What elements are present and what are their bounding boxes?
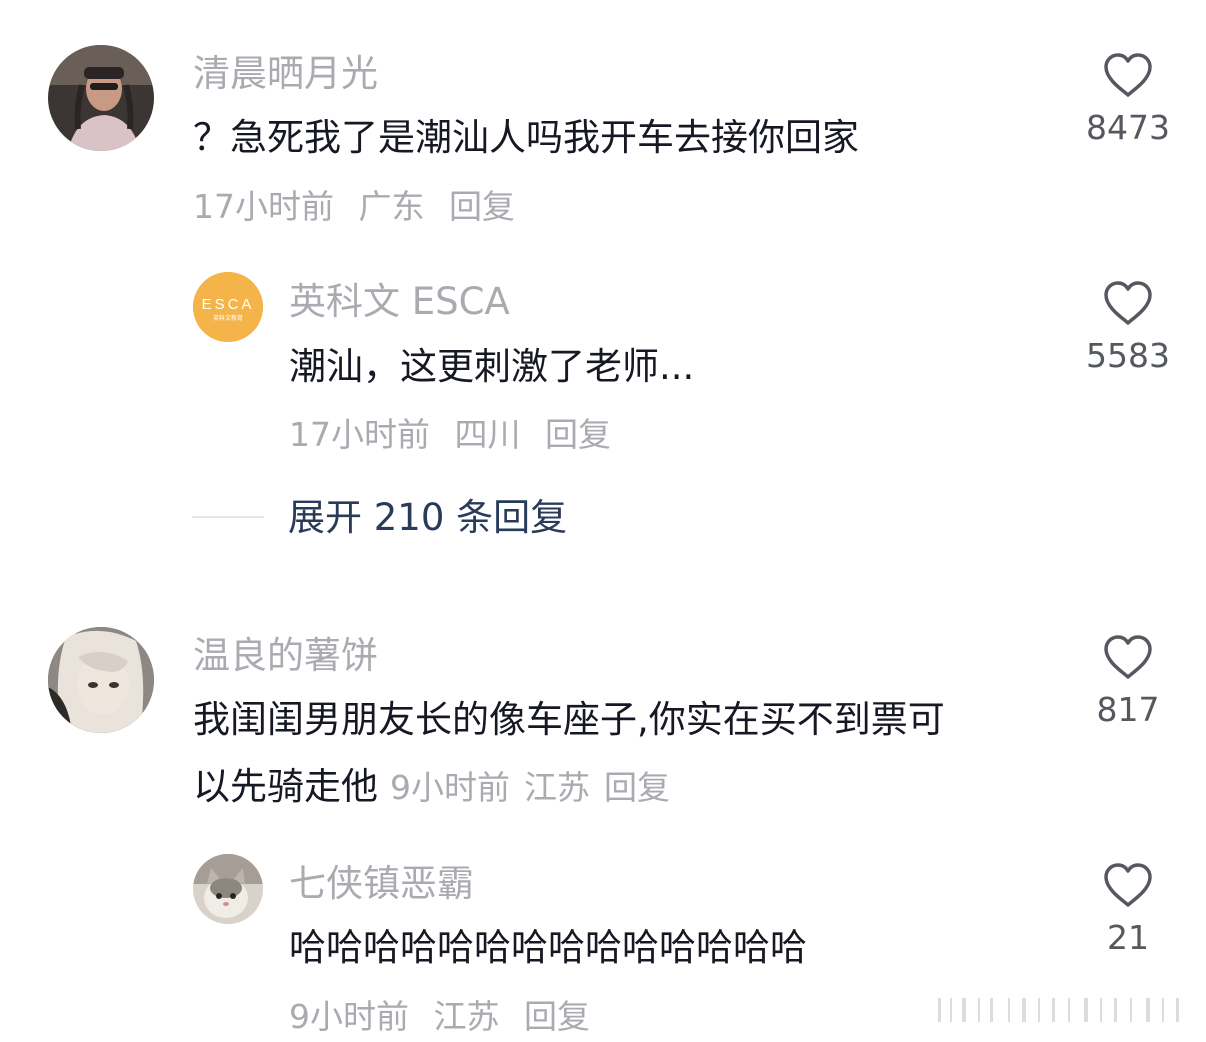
like-count: 8473 — [1086, 108, 1170, 147]
timestamp: 9小时前 — [289, 997, 409, 1036]
like-button[interactable]: 5583 — [1073, 280, 1183, 376]
comment-meta: 17小时前 四川 回复 — [289, 415, 625, 455]
heart-outline-icon — [1104, 281, 1152, 325]
like-count: 21 — [1107, 918, 1149, 957]
timestamp: 9小时前 — [390, 768, 510, 807]
cat-avatar-icon — [193, 854, 263, 924]
comment-1: 清晨晒月光 ？急死我了是潮汕人吗我开车去接你回家 17小时前 广东 回复 847… — [0, 0, 1206, 240]
location: 江苏 — [433, 997, 500, 1036]
username[interactable]: 英科文 ESCA — [289, 280, 510, 324]
like-count: 5583 — [1086, 336, 1170, 375]
reply-button[interactable]: 回复 — [524, 997, 590, 1036]
avatar-image-icon — [48, 45, 154, 151]
timestamp: 17小时前 — [193, 187, 334, 226]
reply-1: ESCA 英科文教育 英科文 ESCA 潮汕，这更刺激了老师... 17小时前 … — [0, 240, 1206, 460]
comment-meta: 9小时前 江苏 回复 — [289, 997, 604, 1037]
heart-outline-icon — [1104, 53, 1152, 97]
heart-outline-icon — [1104, 863, 1152, 907]
avatar-image-icon — [48, 627, 154, 733]
comment-2: 温良的薯饼 我闺闺男朋友长的像车座子,你实在买不到票可 以先骑走他 9小时前 江苏回… — [0, 600, 1206, 840]
comment-meta: 9小时前 江苏 回复 — [378, 768, 670, 807]
avatar[interactable]: ESCA 英科文教育 — [193, 272, 263, 342]
watermark-icon — [938, 998, 1179, 1022]
comment-meta: 17小时前 广东 回复 — [193, 187, 529, 227]
avatar-logo-text: ESCA — [202, 296, 255, 313]
username[interactable]: 温良的薯饼 — [193, 634, 378, 678]
reply-button[interactable]: 回复 — [545, 415, 611, 454]
avatar[interactable] — [48, 45, 154, 151]
like-button[interactable]: 8473 — [1073, 52, 1183, 148]
expand-divider — [192, 516, 264, 518]
avatar[interactable] — [48, 627, 154, 733]
comment-text-line-2-text: 以先骑走他 — [193, 765, 378, 808]
location: 四川 — [454, 415, 521, 454]
watermark — [898, 992, 1198, 1028]
comment-text[interactable]: 哈哈哈哈哈哈哈哈哈哈哈哈哈哈 — [289, 915, 807, 981]
username[interactable]: 清晨晒月光 — [193, 52, 378, 96]
heart-outline-icon — [1104, 635, 1152, 679]
comment-text[interactable]: ？急死我了是潮汕人吗我开车去接你回家 — [193, 105, 859, 171]
comment-text-line-2[interactable]: 以先骑走他 9小时前 江苏 回复 — [193, 754, 670, 821]
expand-replies-label[interactable]: 展开 210 条回复 — [288, 494, 567, 542]
avatar[interactable] — [193, 854, 263, 924]
comment-text[interactable]: 潮汕，这更刺激了老师... — [289, 334, 694, 400]
timestamp: 17小时前 — [289, 415, 430, 454]
like-button[interactable]: 817 — [1073, 634, 1183, 730]
avatar-sub-text: 英科文教育 — [213, 314, 243, 322]
comment-text-line-1[interactable]: 我闺闺男朋友长的像车座子,你实在买不到票可 — [193, 687, 945, 753]
esca-logo-icon: ESCA 英科文教育 — [193, 272, 263, 342]
location: 江苏 — [524, 768, 590, 807]
username[interactable]: 七侠镇恶霸 — [289, 862, 474, 906]
reply-button[interactable]: 回复 — [449, 187, 515, 226]
reply-button[interactable]: 回复 — [604, 768, 670, 807]
like-count: 817 — [1096, 690, 1160, 729]
like-button[interactable]: 21 — [1073, 862, 1183, 958]
location: 广东 — [358, 187, 425, 226]
